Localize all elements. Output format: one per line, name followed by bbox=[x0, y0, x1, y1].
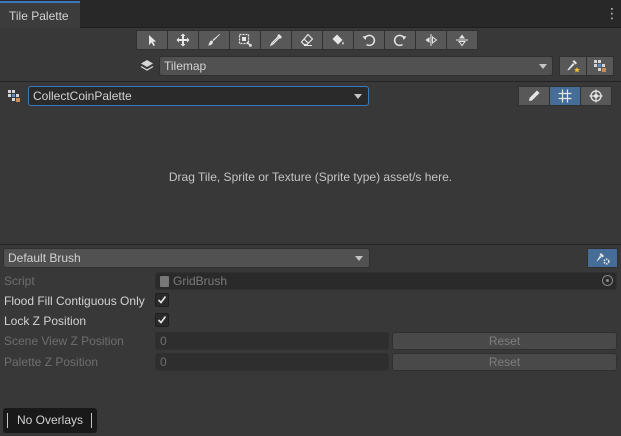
scene-z-field: 0 bbox=[155, 332, 389, 350]
scene-z-reset-button: Reset bbox=[392, 332, 617, 350]
palette-grid-icon bbox=[8, 90, 20, 102]
palette-z-reset-button: Reset bbox=[392, 353, 617, 371]
toggle-gizmos-button[interactable] bbox=[580, 86, 612, 106]
drop-area-message: Drag Tile, Sprite or Texture (Sprite typ… bbox=[168, 170, 453, 184]
tile-pick-button[interactable] bbox=[559, 56, 587, 76]
divider bbox=[0, 81, 621, 82]
edit-palette-button[interactable] bbox=[518, 86, 550, 106]
layers-icon bbox=[140, 60, 154, 71]
bucket-icon bbox=[332, 34, 344, 45]
tab-tile-palette[interactable]: Tile Palette bbox=[0, 1, 80, 28]
script-label: Script bbox=[4, 274, 35, 288]
brush-inspector: Default Brush Script GridBrush Flood Fil… bbox=[0, 245, 621, 372]
lock-z-row: Lock Z Position bbox=[0, 311, 621, 331]
overlay-left-bar bbox=[7, 413, 8, 428]
brush-icon bbox=[208, 34, 220, 46]
arrow-icon bbox=[149, 35, 156, 46]
tool-bar bbox=[136, 30, 478, 50]
grid-icon bbox=[558, 89, 572, 103]
palette-z-value: 0 bbox=[160, 355, 167, 369]
flood-fill-row: Flood Fill Contiguous Only bbox=[0, 291, 621, 311]
flip-y-tool-button[interactable] bbox=[446, 30, 478, 50]
script-row: Script GridBrush bbox=[0, 271, 621, 291]
brush-dropdown[interactable]: Default Brush bbox=[3, 248, 370, 268]
brush-dropdown-value: Default Brush bbox=[8, 251, 81, 265]
palette-z-row: Palette Z Position 0 Reset bbox=[0, 352, 621, 372]
reset-label: Reset bbox=[488, 355, 521, 369]
gizmo-icon bbox=[589, 89, 603, 103]
paint-tool-button[interactable] bbox=[198, 30, 230, 50]
flip-x-tool-button[interactable] bbox=[415, 30, 447, 50]
overlays-button[interactable]: No Overlays bbox=[3, 408, 97, 433]
script-value: GridBrush bbox=[173, 274, 228, 288]
lock-z-label: Lock Z Position bbox=[4, 314, 87, 328]
palette-view-buttons bbox=[518, 86, 612, 106]
chevron-down-icon bbox=[355, 256, 363, 261]
rotate-ccw-icon bbox=[362, 34, 376, 47]
eraser-icon bbox=[300, 33, 314, 46]
scene-z-value: 0 bbox=[160, 334, 167, 348]
rotate-ccw-tool-button[interactable] bbox=[353, 30, 385, 50]
box-fill-tool-button[interactable] bbox=[229, 30, 261, 50]
toggle-grid-button[interactable] bbox=[549, 86, 581, 106]
brush-gear-icon bbox=[596, 253, 610, 265]
erase-tool-button[interactable] bbox=[291, 30, 323, 50]
brush-settings-button[interactable] bbox=[587, 248, 618, 268]
overlays-label: No Overlays bbox=[17, 413, 84, 427]
tab-bar: Tile Palette ⋮ bbox=[0, 0, 621, 28]
active-tilemap-value: Tilemap bbox=[164, 59, 207, 73]
scene-z-row: Scene View Z Position 0 Reset bbox=[0, 331, 621, 351]
checkmark-icon bbox=[157, 296, 167, 304]
script-field: GridBrush bbox=[155, 272, 617, 290]
flip-y-icon bbox=[456, 34, 468, 47]
flip-x-icon bbox=[425, 34, 438, 46]
reset-label: Reset bbox=[488, 334, 521, 348]
pencil-icon bbox=[529, 90, 540, 101]
picker-tool-button[interactable] bbox=[260, 30, 292, 50]
checkmark-icon bbox=[157, 316, 167, 324]
picker-star-icon bbox=[567, 60, 580, 73]
chevron-down-icon bbox=[539, 64, 547, 69]
palette-z-label: Palette Z Position bbox=[4, 355, 99, 369]
object-picker-icon[interactable] bbox=[602, 275, 613, 286]
move-tool-button[interactable] bbox=[167, 30, 199, 50]
overlay-right-bar bbox=[91, 413, 92, 428]
box-fill-icon bbox=[238, 33, 252, 47]
move-icon bbox=[176, 33, 190, 47]
palette-z-field: 0 bbox=[155, 353, 389, 371]
flood-fill-checkbox[interactable] bbox=[155, 293, 169, 307]
scene-z-label: Scene View Z Position bbox=[4, 334, 124, 348]
eyedropper-icon bbox=[269, 34, 282, 47]
rotate-cw-icon bbox=[393, 34, 407, 47]
flood-fill-label: Flood Fill Contiguous Only bbox=[4, 294, 145, 308]
rotate-cw-tool-button[interactable] bbox=[384, 30, 416, 50]
chevron-down-icon bbox=[354, 94, 362, 99]
kebab-menu-icon[interactable]: ⋮ bbox=[605, 5, 619, 21]
fill-tool-button[interactable] bbox=[322, 30, 354, 50]
active-tilemap-dropdown[interactable]: Tilemap bbox=[159, 56, 553, 76]
palette-dropdown[interactable]: CollectCoinPalette bbox=[28, 86, 369, 106]
select-tool-button[interactable] bbox=[136, 30, 168, 50]
palette-grid-icon bbox=[594, 60, 606, 72]
tile-palette-settings-button[interactable] bbox=[586, 56, 614, 76]
script-icon bbox=[160, 276, 169, 287]
palette-drop-area[interactable]: Drag Tile, Sprite or Texture (Sprite typ… bbox=[0, 110, 621, 244]
palette-dropdown-value: CollectCoinPalette bbox=[33, 89, 132, 103]
lock-z-checkbox[interactable] bbox=[155, 313, 169, 327]
tab-label: Tile Palette bbox=[9, 9, 69, 23]
